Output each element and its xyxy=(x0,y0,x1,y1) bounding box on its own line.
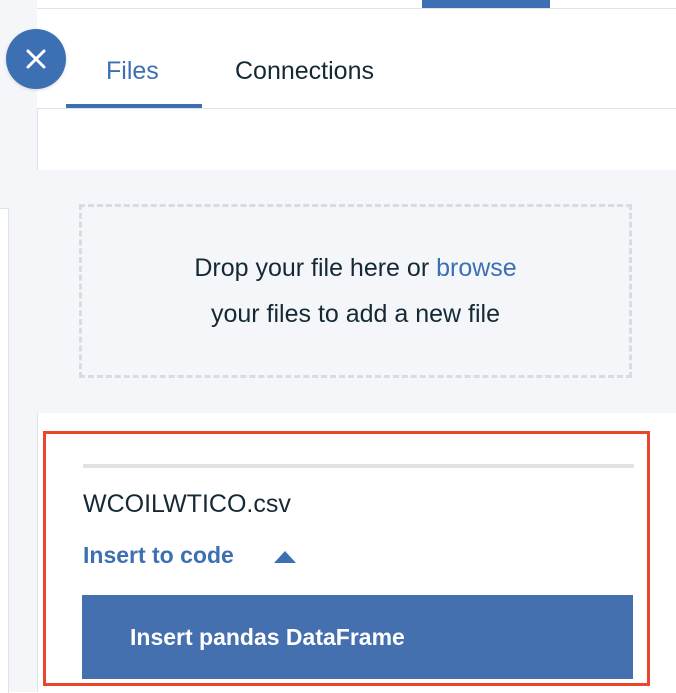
top-active-indicator xyxy=(422,0,550,8)
tab-active-underline xyxy=(66,104,202,108)
tab-bar: Files Connections xyxy=(37,9,676,109)
close-icon xyxy=(26,49,46,69)
file-drop-zone[interactable]: Drop your file here or browse your files… xyxy=(79,204,632,378)
insert-pandas-dataframe-button[interactable]: Insert pandas DataFrame xyxy=(82,595,633,679)
insert-to-code-toggle[interactable]: Insert to code xyxy=(83,542,296,569)
caret-up-icon xyxy=(273,542,296,569)
file-item-panel: WCOILWTICO.csv Insert to code Insert pan… xyxy=(43,431,650,686)
file-divider xyxy=(83,464,634,468)
tab-files[interactable]: Files xyxy=(106,57,159,86)
drop-zone-line-1: Drop your file here or browse xyxy=(194,245,516,291)
drop-zone-line-2: your files to add a new file xyxy=(210,300,501,328)
file-name: WCOILWTICO.csv xyxy=(83,490,291,518)
top-toolbar-edge xyxy=(37,0,676,9)
left-panel-divider xyxy=(0,208,9,693)
insert-to-code-label: Insert to code xyxy=(83,542,234,568)
left-panel-edge xyxy=(0,0,38,693)
browse-link[interactable]: browse xyxy=(436,254,517,282)
close-button[interactable] xyxy=(6,29,66,89)
drop-zone-text: Drop your file here or xyxy=(194,254,437,282)
tab-connections[interactable]: Connections xyxy=(235,57,374,86)
file-drop-area: Drop your file here or browse your files… xyxy=(37,170,676,413)
